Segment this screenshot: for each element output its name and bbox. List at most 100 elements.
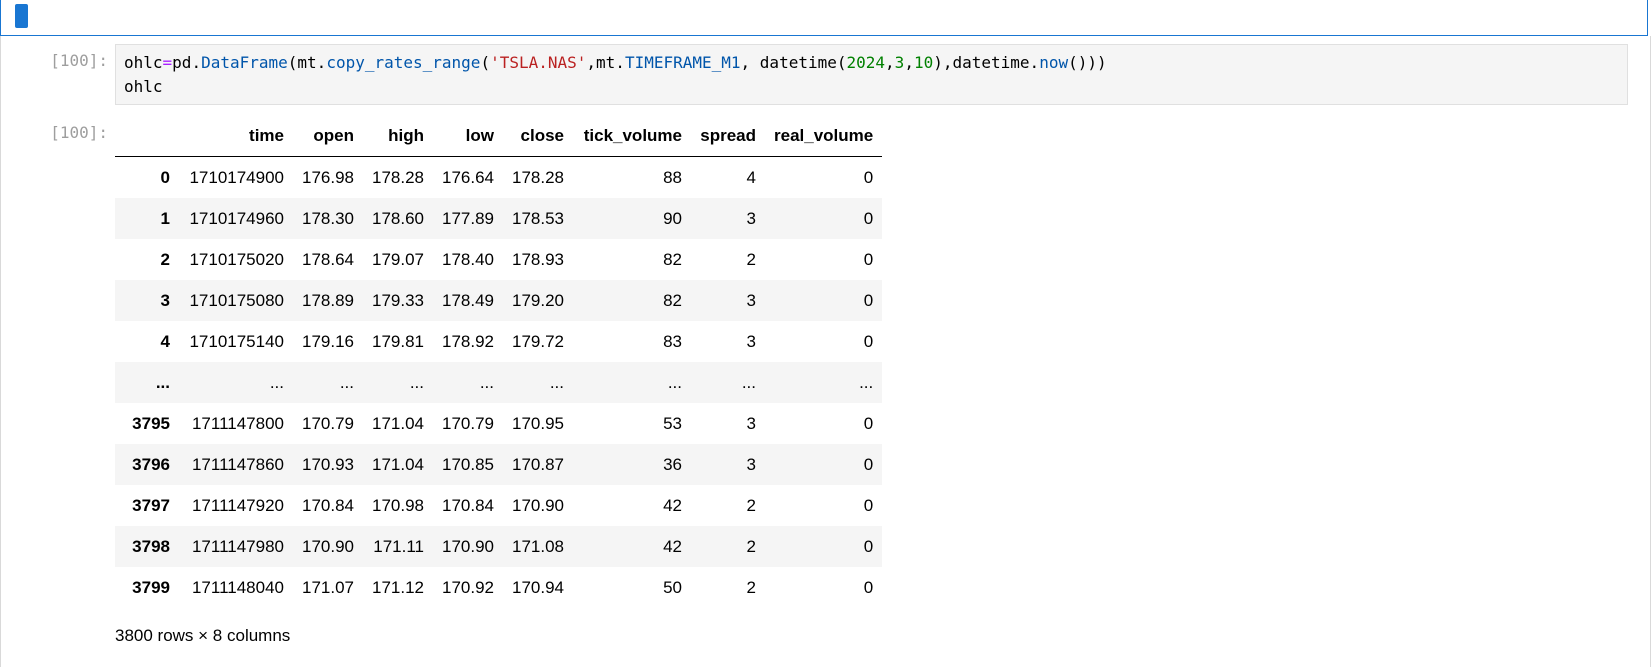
table-cell: 178.40	[442, 249, 494, 269]
table-cell: 1710175140	[189, 331, 284, 351]
row-index-cell: 3796	[132, 454, 170, 474]
input-prompt: [100]:	[50, 51, 108, 70]
table-row: 4 1710175140 179.16 179.81 178.92 179.72 83 3 0	[115, 321, 882, 362]
table-cell: 1711148040	[191, 577, 284, 597]
table-cell: 3	[746, 290, 756, 310]
table-cell: 0	[863, 454, 874, 474]
row-index-cell: ...	[155, 372, 170, 392]
table-row: 3797 1711147920 170.84 170.98 170.84 170.90 42…	[115, 485, 882, 526]
code-line-1: ohlc=pd.DataFrame(mt.copy_rates_range('T…	[124, 53, 1107, 72]
table-cell: 1711147860	[191, 454, 284, 474]
table-row: 3799 1711148040 171.07 171.12 170.92 170.94 50…	[115, 567, 882, 608]
table-cell: 170.84	[442, 495, 494, 515]
table-row: 0 1710174900 176.98 178.28 176.64 178.28 88 4 0	[115, 157, 882, 199]
column-header-open: open	[293, 116, 363, 157]
row-index-cell: 0	[160, 167, 170, 187]
dataframe-shape-summary: 3800 rows × 8 columns	[115, 626, 291, 645]
table-cell: 170.98	[372, 495, 424, 515]
table-cell: 2	[746, 249, 756, 269]
table-cell: 170.79	[442, 413, 494, 433]
table-cell: 42	[663, 495, 682, 515]
table-cell: 0	[863, 495, 874, 515]
table-cell: 176.98	[302, 167, 354, 187]
table-cell: 179.33	[372, 290, 424, 310]
table-cell: 0	[863, 167, 874, 187]
table-cell: ...	[479, 372, 494, 392]
row-index-cell: 3795	[132, 413, 170, 433]
table-row: 3795 1711147800 170.79 171.04 170.79 170.95 53…	[115, 403, 882, 444]
previous-cell[interactable]	[0, 0, 1648, 36]
table-cell: 179.16	[302, 331, 354, 351]
cell-output: time open high low close tick_volume spr…	[115, 116, 883, 609]
dataframe-table: time open high low close tick_volume spr…	[115, 116, 883, 609]
table-cell: 0	[863, 208, 874, 228]
table-cell: 36	[663, 454, 682, 474]
table-cell: 178.28	[512, 167, 564, 187]
table-cell: 170.90	[302, 536, 354, 556]
table-cell: ...	[667, 372, 682, 392]
column-header-time: time	[179, 116, 293, 157]
table-cell: 178.60	[372, 208, 424, 228]
table-cell: 171.04	[372, 454, 424, 474]
table-cell: ...	[409, 372, 424, 392]
table-cell: 42	[663, 536, 682, 556]
table-cell: 178.64	[302, 249, 354, 269]
table-cell: 178.93	[512, 249, 564, 269]
table-cell: 1711147920	[191, 495, 284, 515]
table-cell: 171.12	[372, 577, 424, 597]
table-cell: 3	[746, 413, 756, 433]
code-line-2: ohlc	[124, 77, 163, 96]
table-cell: 170.87	[512, 454, 564, 474]
table-cell: 50	[663, 577, 682, 597]
table-cell: 170.84	[302, 495, 354, 515]
row-index-cell: 3797	[132, 495, 170, 515]
table-cell: 171.11	[373, 536, 424, 556]
row-index-cell: 3799	[132, 577, 170, 597]
code-editor[interactable]: ohlc=pd.DataFrame(mt.copy_rates_range('T…	[115, 44, 1628, 105]
table-cell: 3	[746, 331, 756, 351]
column-header-index	[115, 116, 179, 157]
table-cell: 53	[663, 413, 682, 433]
column-header-close: close	[503, 116, 573, 157]
row-index-cell: 2	[160, 249, 170, 269]
column-header-high: high	[363, 116, 433, 157]
table-cell: ...	[269, 372, 284, 392]
code-line-1-text: ohlc=pd.DataFrame(mt.copy_rates_range('T…	[124, 53, 1107, 72]
table-row: ...........................	[115, 362, 883, 403]
table-cell: 178.53	[512, 208, 564, 228]
table-row: 3796 1711147860 170.93 171.04 170.85 170.87 36…	[115, 444, 883, 485]
column-header-tick-volume: tick_volume	[573, 116, 691, 157]
table-cell: 179.72	[512, 331, 564, 351]
table-cell: 0	[863, 536, 874, 556]
table-cell: 82	[663, 249, 682, 269]
table-cell: 90	[663, 208, 682, 228]
table-cell: 170.94	[512, 577, 564, 597]
row-index-cell: 3798	[132, 536, 170, 556]
table-cell: ...	[741, 372, 756, 392]
table-body: 0 1710174900 176.98 178.28 176.64 178.28 88 4 0 1…	[115, 157, 883, 609]
table-cell: 170.90	[512, 495, 564, 515]
table-cell: 170.79	[302, 413, 354, 433]
table-row: 3798 1711147980 170.90 171.11 170.90 171.08 42…	[115, 526, 883, 567]
table-cell: 176.64	[442, 167, 494, 187]
table-cell: 1710175080	[189, 290, 284, 310]
table-cell: 88	[663, 167, 682, 187]
table-cell: ...	[859, 372, 874, 392]
table-cell: 82	[663, 290, 682, 310]
active-cell-indicator[interactable]	[15, 4, 28, 28]
table-cell: 2	[746, 577, 756, 597]
table-cell: 170.95	[512, 413, 564, 433]
table-cell: 1710174960	[189, 208, 284, 228]
table-row: 1 1710174960 178.30 178.60 177.89 178.53 90 3 0	[115, 198, 883, 239]
table-cell: 178.92	[442, 331, 494, 351]
table-cell: ...	[549, 372, 564, 392]
column-header-real-volume: real_volume	[765, 116, 883, 157]
table-cell: 178.49	[442, 290, 494, 310]
table-cell: 178.28	[372, 167, 424, 187]
table-cell: 1710175020	[189, 249, 284, 269]
table-cell: 170.90	[442, 536, 494, 556]
column-header-spread: spread	[691, 116, 765, 157]
table-cell: 2	[746, 495, 756, 515]
table-header-row: time open high low close tick_volume spr…	[115, 116, 883, 157]
table-cell: 179.07	[372, 249, 424, 269]
